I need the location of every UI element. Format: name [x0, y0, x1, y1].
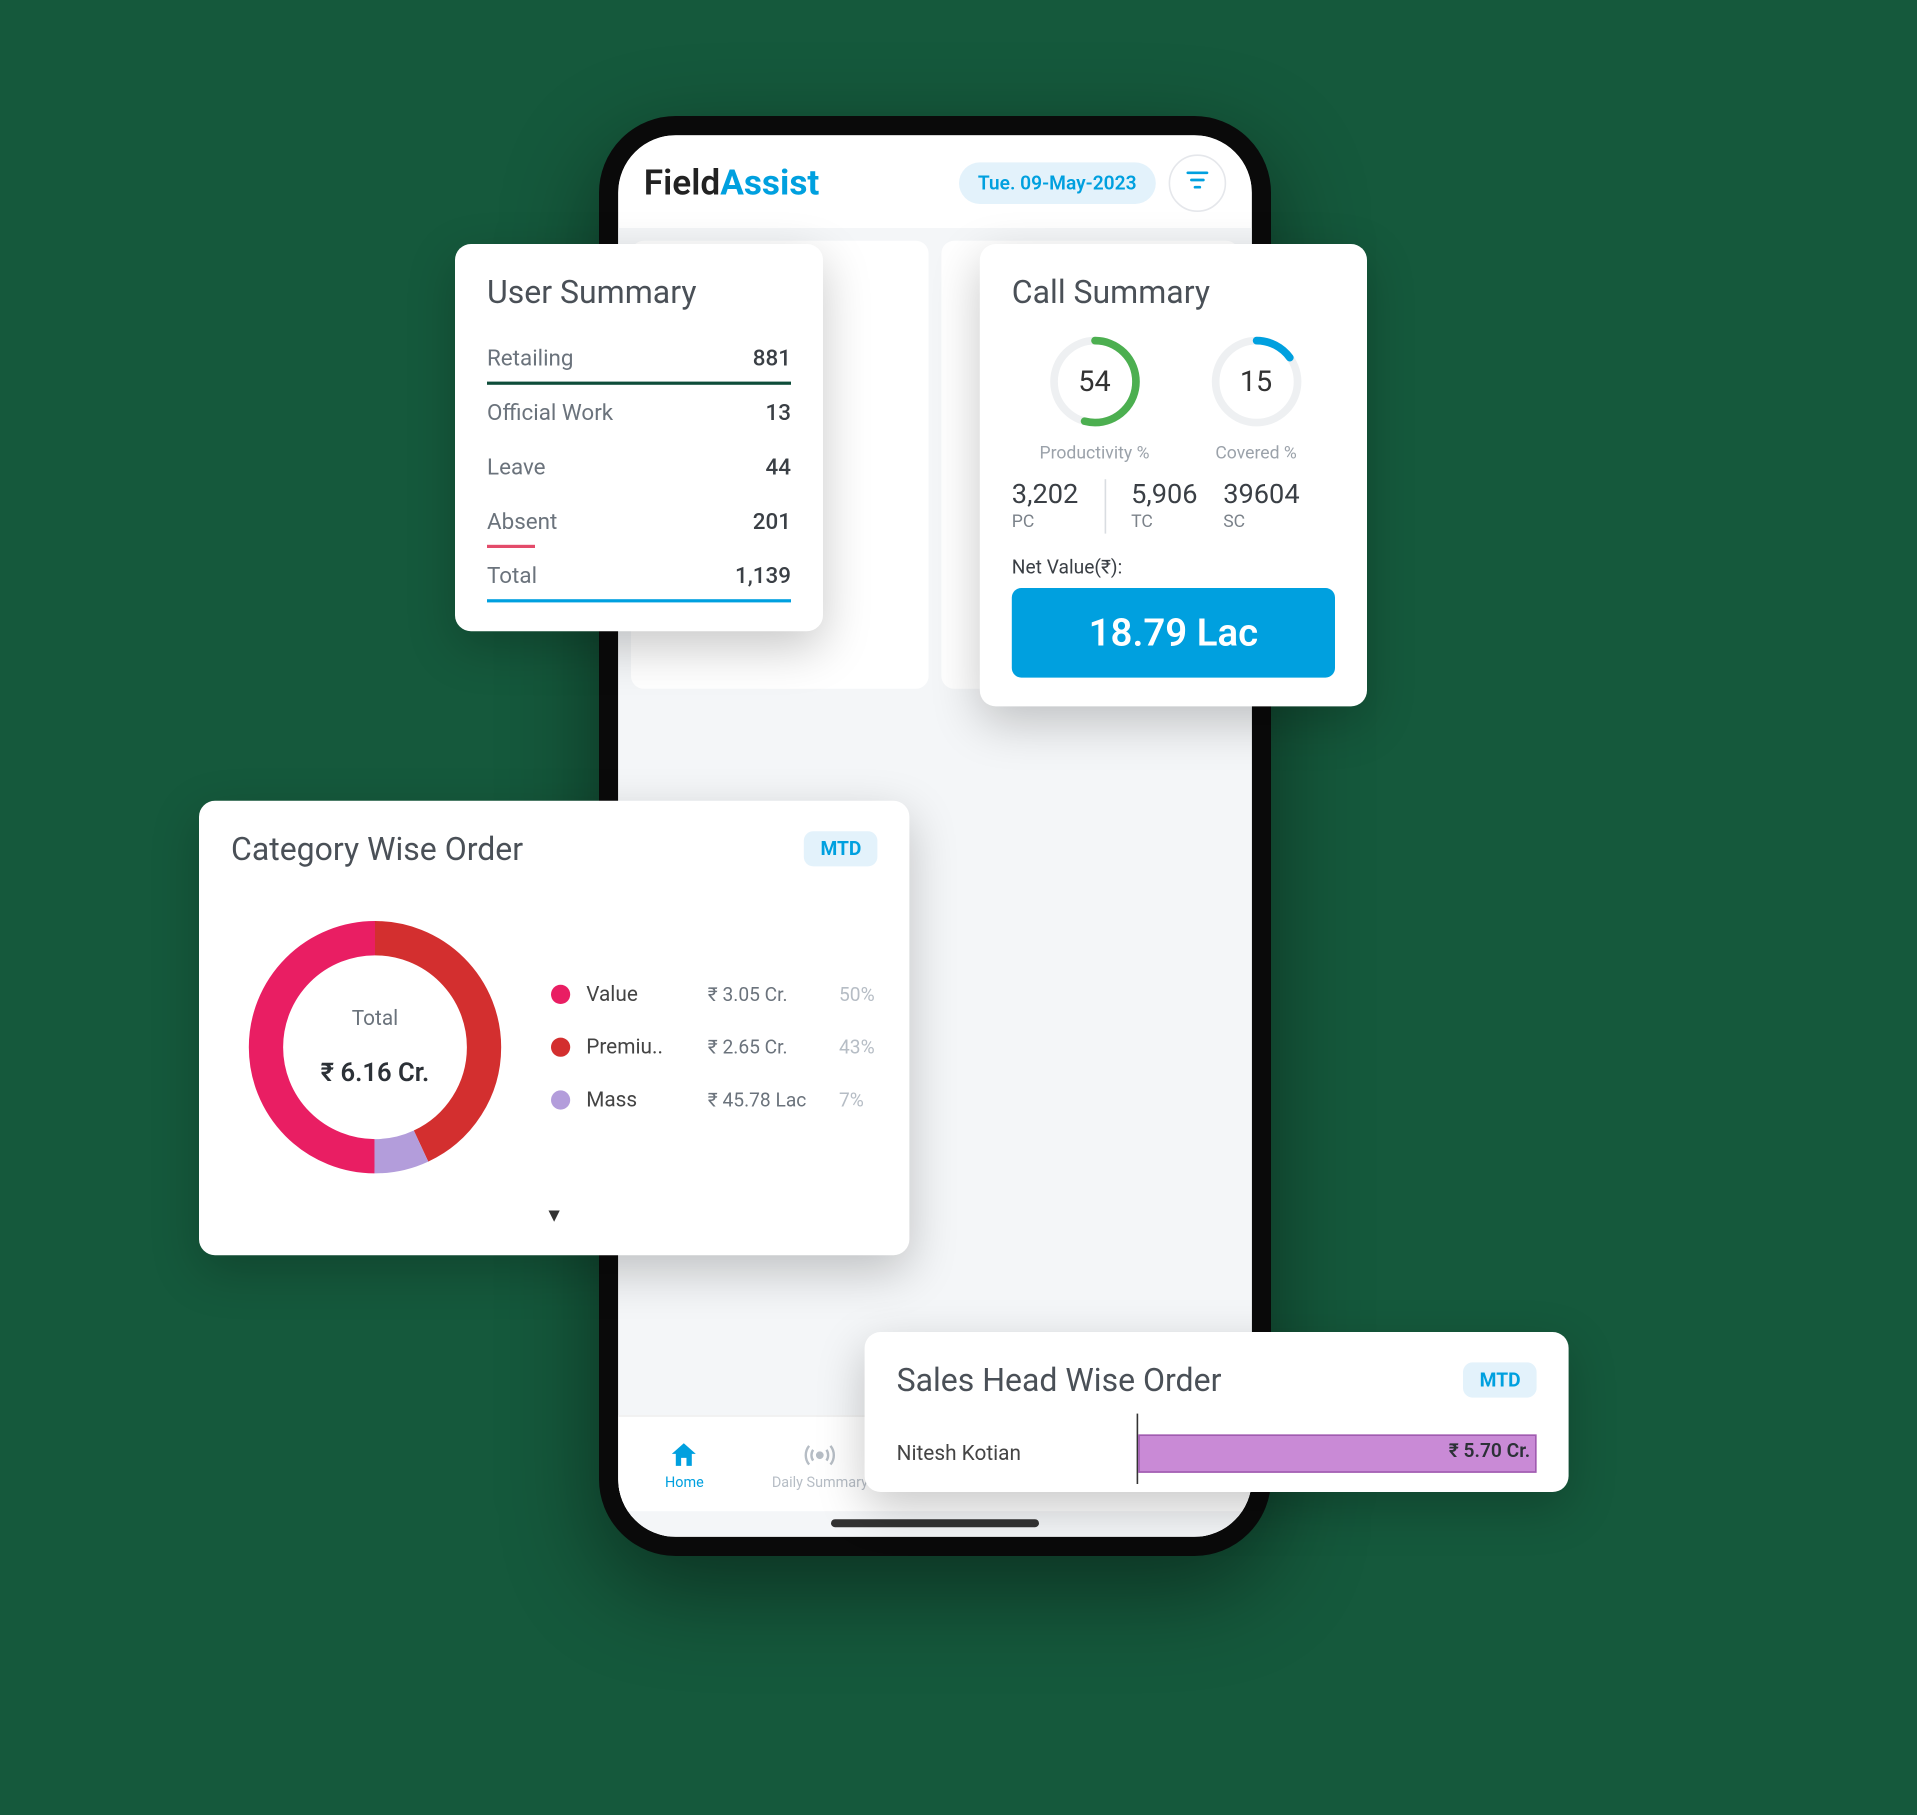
us-value: 1,139 [735, 564, 791, 590]
nav-label: Daily Summary [771, 1475, 867, 1491]
metric-sc: 39604 SC [1223, 479, 1299, 532]
us-value: 13 [765, 400, 790, 426]
legend-name: Mass [586, 1088, 692, 1112]
bar-wrap: ₹ 5.70 Cr. [1138, 1434, 1536, 1472]
legend-row[interactable]: Premiu.. ₹ 2.65 Cr. 43% [551, 1035, 877, 1059]
bar-label: ₹ 5.70 Cr. [1448, 1439, 1530, 1461]
us-label: Leave [487, 455, 546, 481]
productivity-gauge: 54 Productivity % [1039, 330, 1149, 463]
us-row-total[interactable]: Total 1,139 [487, 548, 791, 602]
call-summary-card: Call Summary 54 Productivity % [979, 244, 1366, 706]
legend-pct: 50% [839, 983, 875, 1005]
card-title: User Summary [487, 272, 791, 310]
legend-amount: ₹ 2.65 Cr. [707, 1036, 822, 1058]
nav-label: Home [665, 1475, 704, 1491]
us-row-official[interactable]: Official Work 13 [487, 384, 791, 438]
donut-total-value: ₹ 6.16 Cr. [320, 1056, 429, 1086]
home-icon [666, 1436, 701, 1471]
chevron-down-icon: ▼ [544, 1204, 563, 1226]
us-label: Retailing [487, 346, 574, 372]
legend-name: Premiu.. [586, 1035, 692, 1059]
us-label: Total [487, 564, 537, 590]
filter-icon [1183, 165, 1212, 200]
category-wise-order-card: Category Wise Order MTD Total ₹ 6.16 Cr.… [199, 800, 909, 1254]
us-value: 44 [765, 455, 790, 481]
legend-amount: ₹ 3.05 Cr. [707, 983, 822, 1005]
swatch-icon [551, 1037, 570, 1056]
nav-home[interactable]: Home [665, 1436, 704, 1490]
legend-name: Value [586, 982, 692, 1006]
metric-label: TC [1131, 511, 1198, 532]
metric-tc: 5,906 TC [1131, 479, 1198, 532]
metric-num: 3,202 [1011, 479, 1078, 511]
card-title: Call Summary [1011, 272, 1334, 310]
gauge-label: Productivity % [1039, 442, 1149, 463]
donut-chart: Total ₹ 6.16 Cr. [231, 903, 519, 1191]
home-indicator [831, 1519, 1039, 1527]
metric-pc: 3,202 PC [1011, 479, 1078, 532]
legend-pct: 7% [839, 1088, 864, 1110]
broadcast-icon [802, 1436, 837, 1471]
legend: Value ₹ 3.05 Cr. 50% Premiu.. ₹ 2.65 Cr.… [551, 982, 877, 1112]
brand-part1: Field [643, 163, 719, 203]
period-pill[interactable]: MTD [1463, 1362, 1536, 1397]
user-summary-card: User Summary Retailing 881 Official Work… [455, 244, 823, 631]
us-value: 881 [752, 346, 790, 372]
date-pill[interactable]: Tue. 09-May-2023 [958, 162, 1155, 204]
us-value: 201 [752, 509, 790, 535]
donut-total-label: Total [351, 1007, 397, 1031]
sales-head-order-card: Sales Head Wise Order MTD Nitesh Kotian … [864, 1332, 1568, 1492]
expand-arrow[interactable]: ▼ [231, 1204, 877, 1226]
sales-person-name: Nitesh Kotian [896, 1441, 1136, 1465]
legend-row[interactable]: Mass ₹ 45.78 Lac 7% [551, 1088, 877, 1112]
us-label: Absent [487, 509, 557, 535]
gauge-value: 54 [1043, 330, 1145, 432]
brand-part2: Assist [720, 163, 819, 203]
net-value-box: 18.79 Lac [1011, 588, 1334, 678]
period-pill[interactable]: MTD [804, 831, 877, 866]
legend-amount: ₹ 45.78 Lac [707, 1088, 822, 1110]
metric-num: 5,906 [1131, 479, 1198, 511]
card-title: Category Wise Order [231, 829, 523, 867]
us-row-leave[interactable]: Leave 44 [487, 439, 791, 493]
us-label: Official Work [487, 400, 613, 426]
app-header: FieldAssist Tue. 09-May-2023 [618, 135, 1252, 228]
swatch-icon [551, 1090, 570, 1109]
metric-label: SC [1223, 511, 1299, 532]
card-title: Sales Head Wise Order [896, 1360, 1221, 1398]
us-row-absent[interactable]: Absent 201 [487, 493, 791, 547]
legend-pct: 43% [839, 1036, 875, 1058]
brand-logo: FieldAssist [643, 163, 819, 203]
gauge-value: 15 [1204, 330, 1306, 432]
swatch-icon [551, 984, 570, 1003]
covered-gauge: 15 Covered % [1204, 330, 1306, 463]
filter-button[interactable] [1168, 154, 1226, 212]
legend-row[interactable]: Value ₹ 3.05 Cr. 50% [551, 982, 877, 1006]
sales-bar-row[interactable]: Nitesh Kotian ₹ 5.70 Cr. [896, 1428, 1536, 1479]
nav-daily-summary[interactable]: Daily Summary [771, 1436, 867, 1490]
net-value-label: Net Value(₹): [1011, 556, 1334, 578]
us-row-retailing[interactable]: Retailing 881 [487, 330, 791, 384]
metric-num: 39604 [1223, 479, 1299, 511]
metric-label: PC [1011, 511, 1078, 532]
gauge-label: Covered % [1215, 442, 1296, 463]
divider [1103, 479, 1105, 533]
